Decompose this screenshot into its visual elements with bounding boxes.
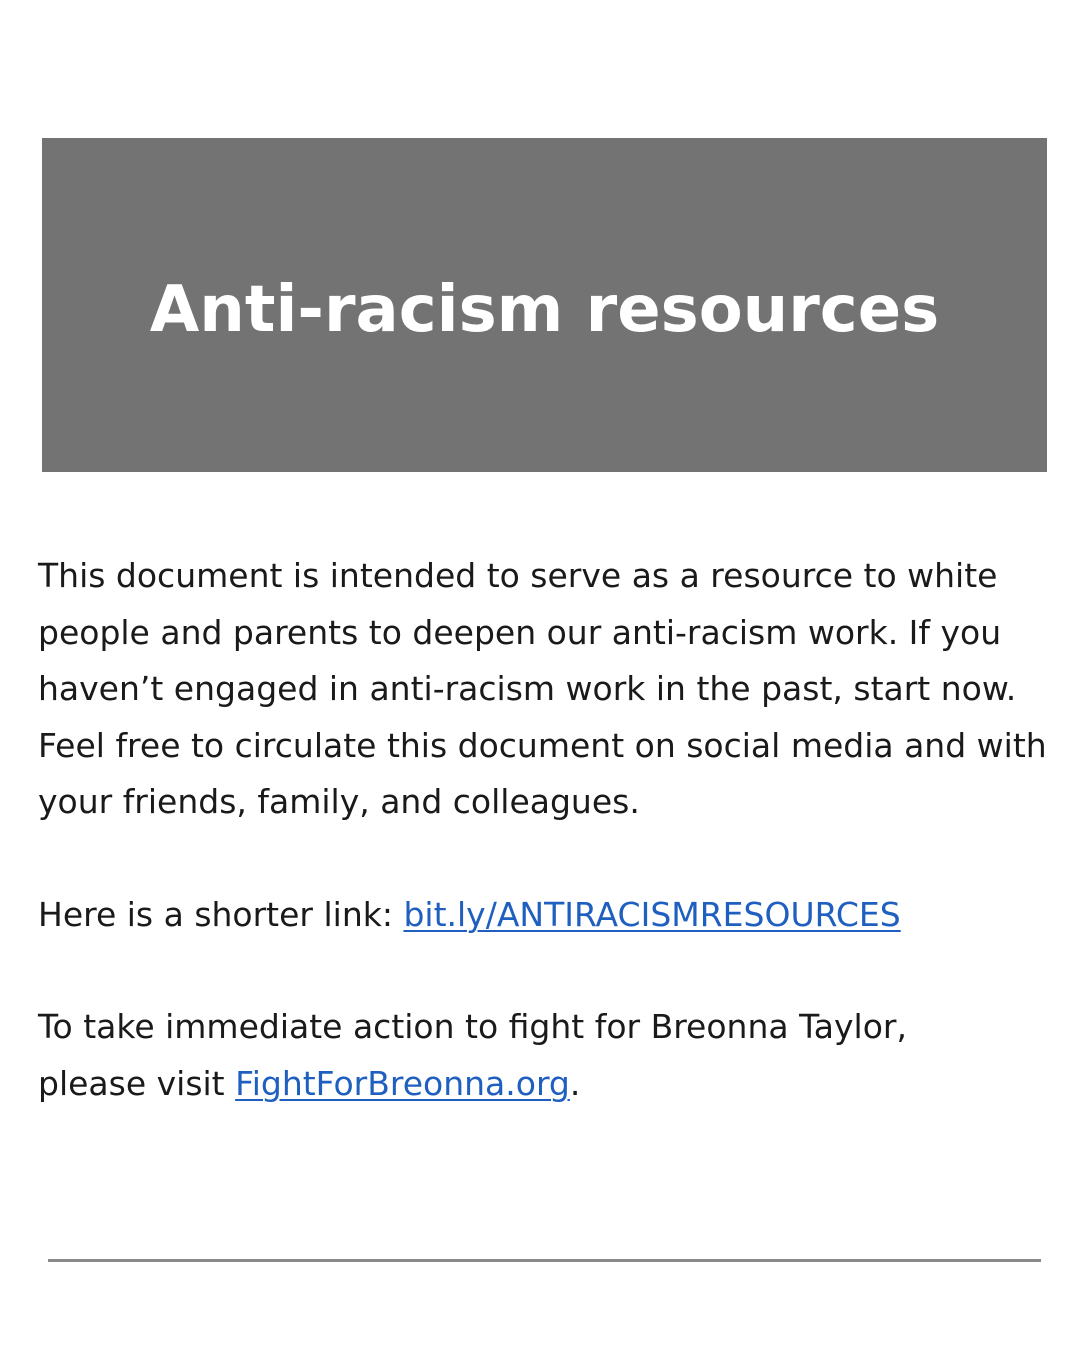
action-prefix: please visit <box>38 1063 236 1103</box>
document-body: This document is intended to serve as a … <box>38 548 1058 1112</box>
action-suffix: . <box>569 1063 581 1103</box>
short-link[interactable]: bit.ly/ANTIRACISMRESOURCES <box>403 895 900 934</box>
bottom-divider <box>48 1259 1041 1262</box>
title-banner: Anti-racism resources <box>42 138 1047 472</box>
action-line-1: To take immediate action to fight for Br… <box>38 1007 907 1046</box>
intro-paragraph: This document is intended to serve as a … <box>38 556 1047 821</box>
short-link-prefix: Here is a shorter link: <box>38 894 404 934</box>
page-title: Anti-racism resources <box>149 273 940 347</box>
short-link-paragraph: Here is a shorter link: bit.ly/ANTIRACIS… <box>38 887 1058 944</box>
action-paragraph: To take immediate action to fight for Br… <box>38 999 1058 1112</box>
fight-for-breonna-link[interactable]: FightForBreonna.org <box>235 1064 570 1103</box>
